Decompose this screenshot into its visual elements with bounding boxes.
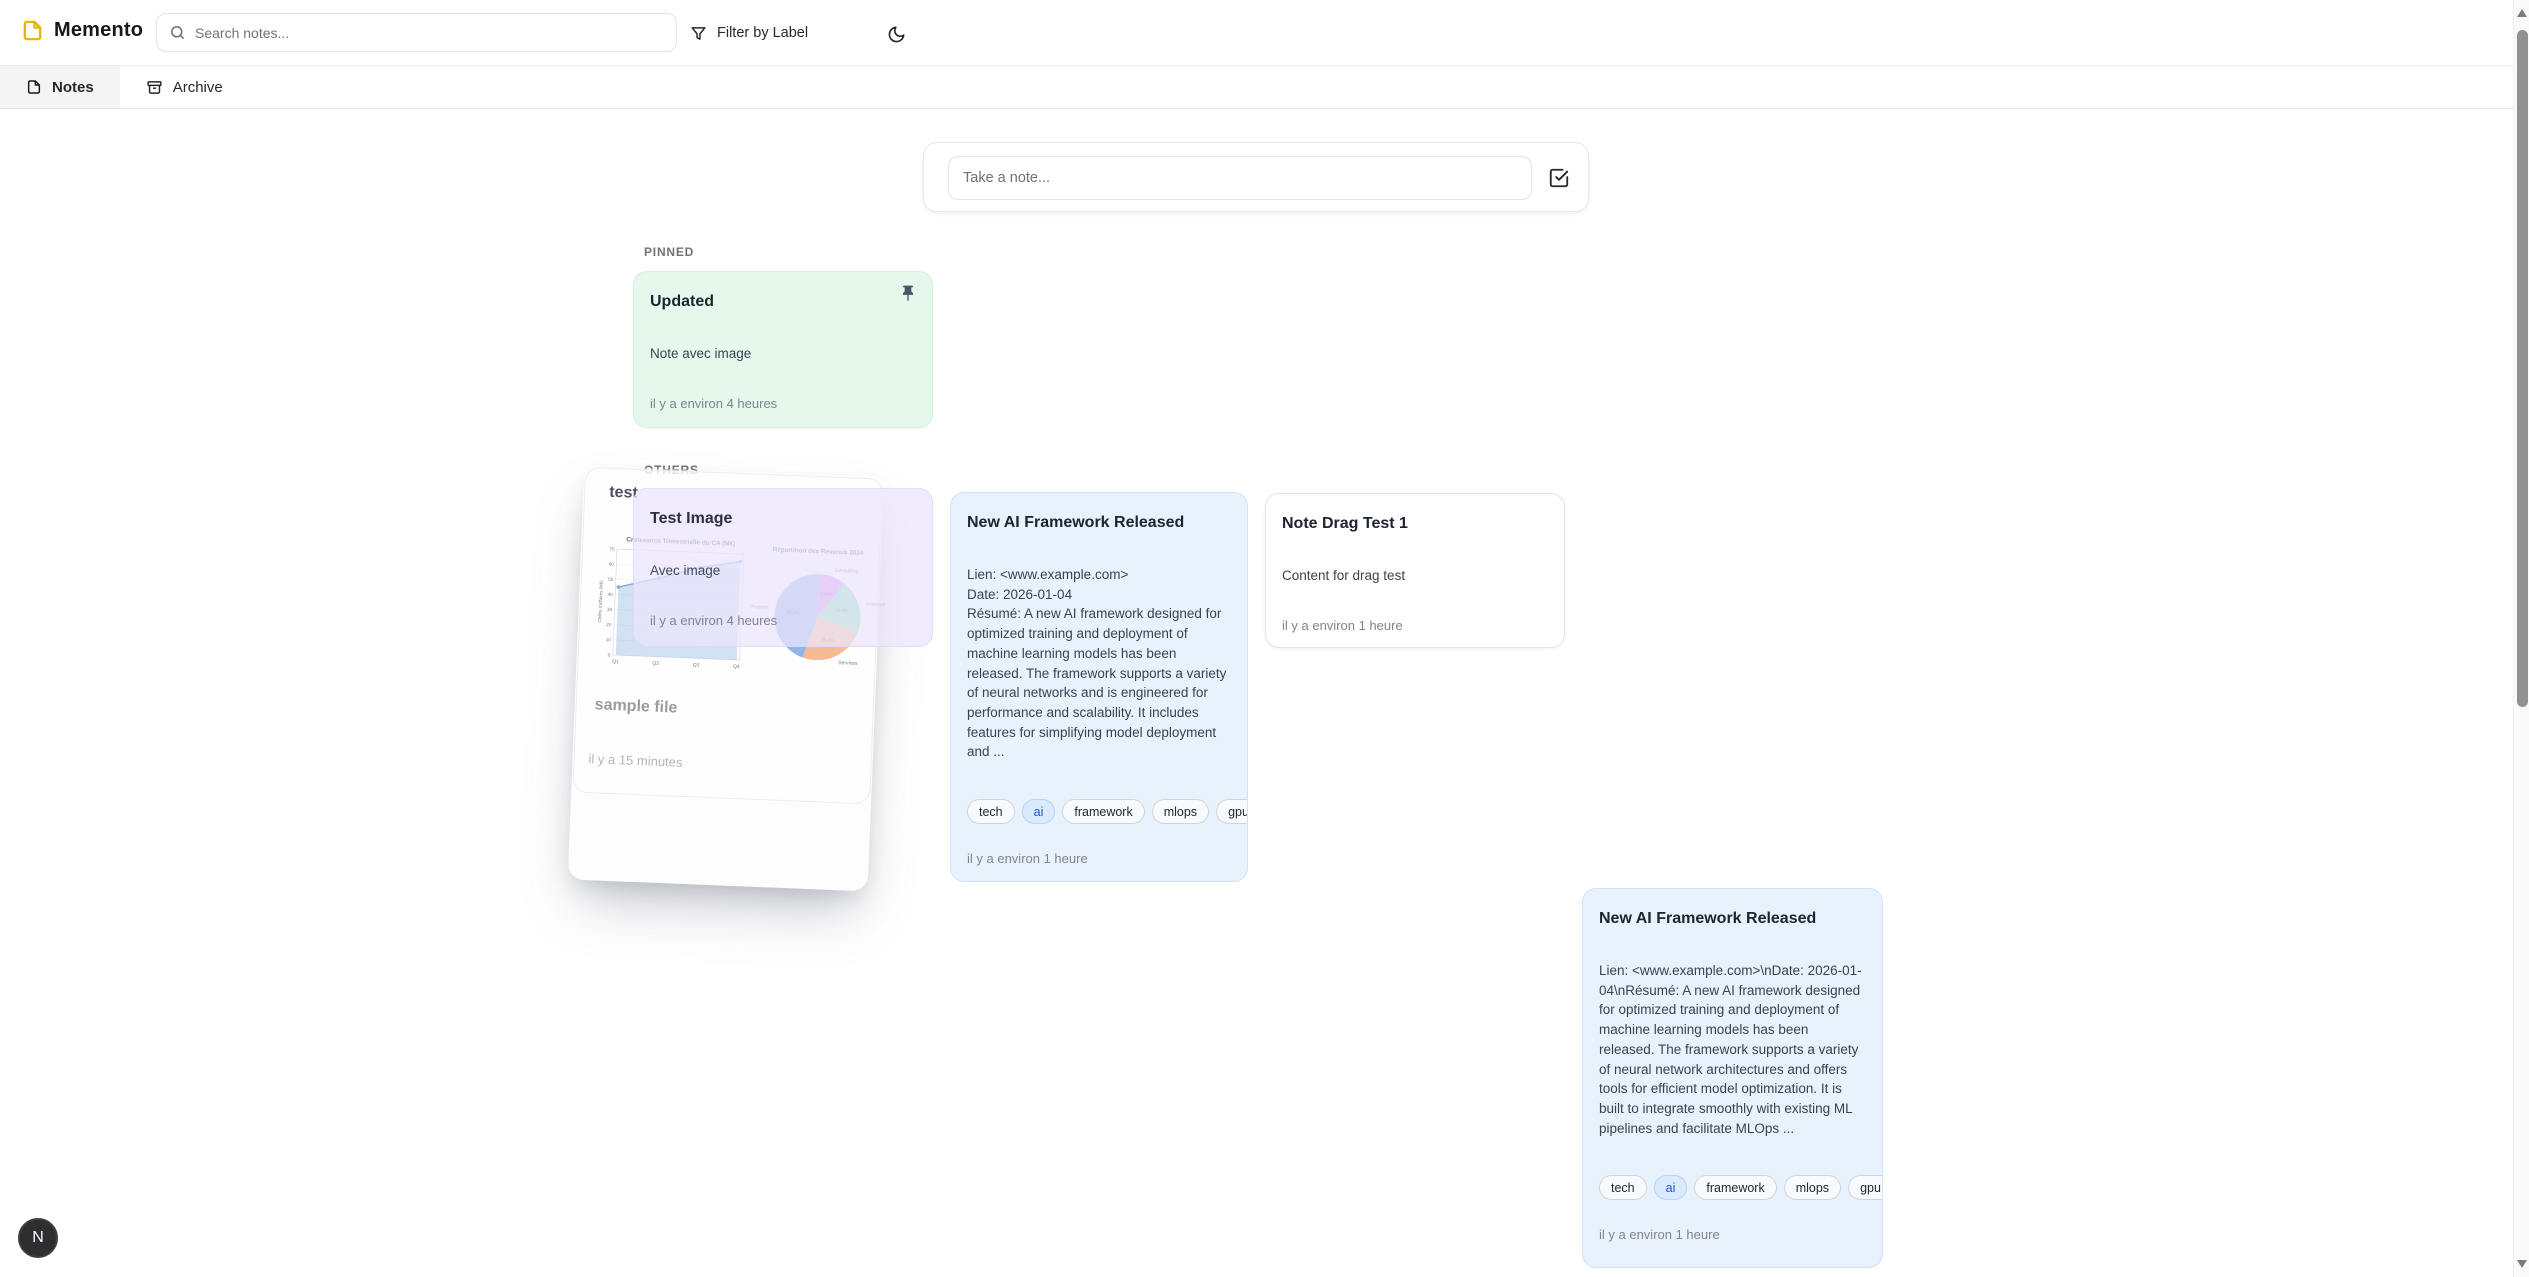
take-a-note-input[interactable] <box>948 156 1532 200</box>
archive-icon <box>146 79 163 96</box>
svg-text:10: 10 <box>606 637 612 642</box>
tag-pill[interactable]: mlops <box>1152 799 1209 824</box>
note-card-test-image[interactable]: Test Image Avec image il y a environ 4 h… <box>633 488 933 647</box>
note-title: Updated <box>650 292 916 312</box>
note-card-ai-framework-copy[interactable]: New AI Framework Released Lien: <www.exa… <box>1582 888 1883 1268</box>
note-composer <box>923 142 1589 212</box>
tag-list: techaiframeworkmlopsgpu <box>967 799 1231 824</box>
note-logo-icon <box>21 19 44 42</box>
tab-notes[interactable]: Notes <box>0 66 120 108</box>
tag-pill[interactable]: mlops <box>1784 1175 1841 1200</box>
note-title: sample file <box>594 696 677 717</box>
note-title: Note Drag Test 1 <box>1282 514 1548 534</box>
search-icon <box>169 24 186 41</box>
tag-pill[interactable]: ai <box>1654 1175 1688 1200</box>
svg-text:0: 0 <box>608 652 611 657</box>
vertical-scrollbar <box>2513 0 2529 1277</box>
tag-pill[interactable]: tech <box>1599 1175 1647 1200</box>
tab-notes-label: Notes <box>52 79 94 96</box>
note-title: New AI Framework Released <box>967 513 1231 533</box>
filter-by-label-button[interactable]: Filter by Label <box>690 18 808 48</box>
memento-app: Memento Filter by Label Notes Archive <box>0 0 2529 1277</box>
svg-text:40: 40 <box>607 592 613 597</box>
note-timestamp: il y a environ 1 heure <box>1282 618 1548 633</box>
note-timestamp: il y a environ 1 heure <box>967 851 1231 866</box>
note-title: Test Image <box>650 509 916 529</box>
svg-text:Q1: Q1 <box>612 659 619 665</box>
check-square-icon <box>1548 167 1570 189</box>
tag-list: techaiframeworkmlopsgpu <box>1599 1175 1866 1200</box>
svg-text:30: 30 <box>607 607 613 612</box>
dark-mode-toggle[interactable] <box>880 18 912 50</box>
pinned-section-label: PINNED <box>644 245 694 259</box>
svg-text:60: 60 <box>609 561 615 566</box>
header: Memento Filter by Label <box>0 0 2529 65</box>
note-title: New AI Framework Released <box>1599 909 1866 929</box>
note-timestamp: il y a 15 minutes <box>588 751 682 770</box>
note-card-updated[interactable]: Updated Note avec image il y a environ 4… <box>633 271 933 428</box>
scroll-down-arrow[interactable] <box>2517 1260 2527 1268</box>
svg-text:Q2: Q2 <box>652 661 659 667</box>
svg-text:Services: Services <box>838 660 858 667</box>
svg-text:70: 70 <box>609 546 615 551</box>
scroll-up-arrow[interactable] <box>2517 9 2527 17</box>
moon-icon <box>887 25 906 44</box>
svg-text:Chiffre d'affaires (M€): Chiffre d'affaires (M€) <box>597 580 604 623</box>
filter-by-label-text: Filter by Label <box>717 25 808 41</box>
svg-text:Q4: Q4 <box>733 664 740 670</box>
note-timestamp: il y a environ 4 heures <box>650 613 916 628</box>
tag-pill[interactable]: framework <box>1694 1175 1776 1200</box>
user-avatar[interactable]: N <box>18 1218 58 1258</box>
tab-archive-label: Archive <box>173 79 223 96</box>
tag-pill[interactable]: tech <box>967 799 1015 824</box>
pin-icon[interactable] <box>898 284 918 304</box>
note-content: Lien: <www.example.com>\nDate: 2026-01-0… <box>1599 961 1866 1138</box>
tab-archive[interactable]: Archive <box>120 66 249 108</box>
note-card-drag-test[interactable]: Note Drag Test 1 Content for drag test i… <box>1265 493 1565 648</box>
note-content: Note avec image <box>650 344 916 364</box>
tag-pill[interactable]: ai <box>1022 799 1056 824</box>
search-box[interactable] <box>156 13 677 52</box>
note-content: Content for drag test <box>1282 566 1548 586</box>
app-logo: Memento <box>21 19 143 42</box>
note-timestamp: il y a environ 4 heures <box>650 396 916 411</box>
note-timestamp: il y a environ 1 heure <box>1599 1227 1866 1242</box>
svg-text:50: 50 <box>608 577 614 582</box>
tab-bar: Notes Archive <box>0 65 2529 109</box>
avatar-initial: N <box>32 1229 44 1247</box>
scrollbar-thumb[interactable] <box>2517 30 2528 707</box>
app-title: Memento <box>54 19 143 42</box>
note-content: Avec image <box>650 561 916 581</box>
svg-text:Q3: Q3 <box>693 662 700 668</box>
svg-text:20: 20 <box>606 622 612 627</box>
checklist-toggle-button[interactable] <box>1548 167 1570 189</box>
note-card-ai-framework[interactable]: New AI Framework Released Lien: <www.exa… <box>950 492 1248 882</box>
tag-pill[interactable]: gpu <box>1216 799 1248 824</box>
search-input[interactable] <box>195 25 664 41</box>
tag-pill[interactable]: framework <box>1062 799 1144 824</box>
note-content: Lien: <www.example.com> Date: 2026-01-04… <box>967 565 1231 762</box>
tag-pill[interactable]: gpu <box>1848 1175 1883 1200</box>
funnel-icon <box>690 25 707 42</box>
file-icon <box>26 79 42 95</box>
